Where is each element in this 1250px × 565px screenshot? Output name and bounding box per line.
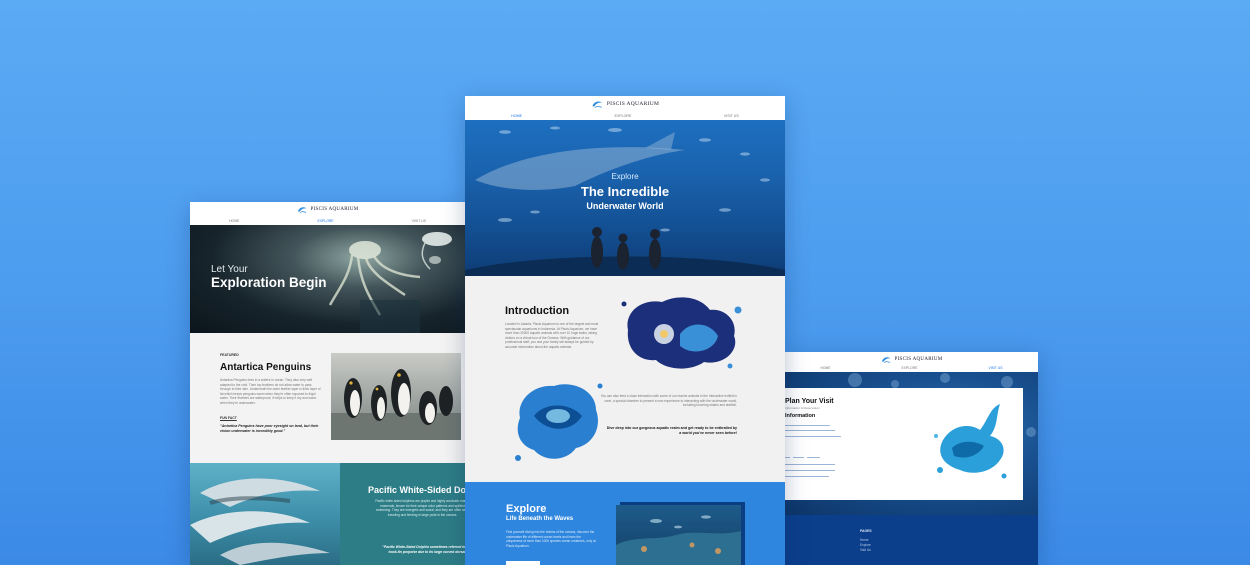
nav-explore[interactable]: EXPLORE bbox=[902, 366, 918, 370]
footer-link-explore[interactable]: Explore bbox=[860, 543, 871, 547]
footer-pages-label: PAGES bbox=[860, 529, 872, 533]
hero-title: The Incredible bbox=[580, 184, 670, 199]
dolphin-logo-icon bbox=[592, 101, 602, 108]
explore-page-preview: PISCIS AQUARIUM HOME EXPLORE VISIT US Le… bbox=[190, 202, 465, 565]
footer: PAGES Home Explore Visit Us bbox=[785, 515, 1038, 565]
dolphin-logo-icon bbox=[297, 207, 306, 213]
ticket-field-2[interactable] bbox=[785, 470, 835, 471]
info-field-1[interactable] bbox=[785, 425, 830, 426]
visit-title: Plan Your Visit bbox=[785, 398, 834, 405]
fish-splash-illustration bbox=[515, 383, 603, 461]
penguins-image bbox=[331, 369, 461, 440]
home-page-preview: PISCIS AQUARIUM HOME EXPLORE VISIT US Ex… bbox=[465, 96, 785, 565]
hero-subtitle: Underwater World bbox=[586, 201, 664, 211]
funfact-label: FUN FACT bbox=[220, 416, 237, 420]
logo-text: PISCIS AQUARIUM bbox=[894, 357, 943, 362]
footer-link-home[interactable]: Home bbox=[860, 538, 869, 542]
dolphin-photo bbox=[190, 463, 340, 565]
showcase-background: { "brand": { "name": "PISCIS AQUARIUM" }… bbox=[0, 0, 1250, 565]
nav-visit[interactable]: VISIT US bbox=[724, 114, 739, 118]
featured-section: FEATURED Antartica Penguins Antartica Pe… bbox=[190, 333, 465, 463]
date-day-field[interactable] bbox=[785, 457, 790, 458]
reef-image bbox=[616, 515, 741, 565]
hero-kicker: Explore bbox=[611, 172, 639, 181]
hero-title: Exploration Begin bbox=[211, 275, 327, 290]
explore-text: Find yourself diving into the realms of … bbox=[506, 530, 596, 548]
hero-banner: Let Your Exploration Begin bbox=[190, 225, 465, 333]
main-nav: HOME EXPLORE VISIT US bbox=[785, 366, 1038, 370]
info-field-2[interactable] bbox=[785, 430, 835, 431]
explore-button[interactable] bbox=[506, 561, 540, 565]
main-nav: HOME EXPLORE VISIT US bbox=[465, 114, 785, 118]
penguin-description: Antartica Penguins lives in a waters in … bbox=[220, 378, 321, 405]
hero-banner: Explore The Incredible Underwater World bbox=[465, 120, 785, 276]
date-month-field[interactable] bbox=[793, 457, 804, 458]
dolphin-logo-icon bbox=[881, 357, 890, 363]
information-title: Information bbox=[785, 413, 816, 419]
nav-explore[interactable]: EXPLORE bbox=[318, 219, 334, 223]
dolphin-info-panel: Pacific White-Sided Dolphin Pacific whit… bbox=[340, 463, 465, 565]
dive-deep-text: Dive deep into our gorgeous aquatic real… bbox=[606, 426, 737, 435]
ticket-field-1[interactable] bbox=[785, 464, 835, 465]
explore-section: Explore Life Beneath the Waves Find your… bbox=[465, 482, 785, 565]
introduction-text: Located in Jakarta, Piscis Aquarium is o… bbox=[505, 322, 599, 349]
site-logo[interactable]: PISCIS AQUARIUM bbox=[190, 206, 465, 213]
nav-home[interactable]: HOME bbox=[229, 219, 239, 223]
ticket-field-3[interactable] bbox=[785, 476, 829, 477]
site-logo[interactable]: PISCIS AQUARIUM bbox=[465, 100, 785, 108]
footer-link-visit[interactable]: Visit Us bbox=[860, 548, 871, 552]
header: PISCIS AQUARIUM HOME EXPLORE VISIT US bbox=[785, 352, 1038, 372]
dolphin-description: Pacific white-sided dolphins are playful… bbox=[375, 499, 465, 517]
date-year-field[interactable] bbox=[807, 457, 820, 458]
splash-illustration bbox=[934, 404, 1007, 479]
nav-home[interactable]: HOME bbox=[511, 114, 522, 118]
logo-text: PISCIS AQUARIUM bbox=[310, 207, 359, 212]
interaction-text: You can also feed a close interaction wi… bbox=[600, 394, 737, 408]
nav-home[interactable]: HOME bbox=[820, 366, 830, 370]
visit-subtitle: Information & Reservation bbox=[785, 406, 820, 410]
logo-text: PISCIS AQUARIUM bbox=[606, 101, 660, 107]
header: PISCIS AQUARIUM HOME EXPLORE VISIT US bbox=[465, 96, 785, 120]
visit-page-preview: PISCIS AQUARIUM HOME EXPLORE VISIT US Pl… bbox=[785, 352, 1038, 565]
penguin-title: Antartica Penguins bbox=[220, 362, 312, 373]
hero-subtitle: Let Your bbox=[211, 264, 248, 275]
dolphins-image bbox=[190, 478, 330, 565]
dolphin-quote: "Pacific White-Sided Dolphin sometimes r… bbox=[382, 545, 465, 554]
visit-form-panel: Plan Your Visit Information & Reservatio… bbox=[785, 388, 1023, 500]
anemone-splash-illustration bbox=[621, 297, 742, 369]
info-field-3[interactable] bbox=[785, 436, 841, 437]
explore-title: Explore bbox=[506, 503, 547, 515]
featured-label: FEATURED bbox=[220, 353, 239, 357]
site-logo[interactable]: PISCIS AQUARIUM bbox=[785, 356, 1038, 363]
nav-explore[interactable]: EXPLORE bbox=[614, 114, 631, 118]
header: PISCIS AQUARIUM HOME EXPLORE VISIT US bbox=[190, 202, 465, 224]
nav-visit[interactable]: VISIT US bbox=[988, 366, 1002, 370]
introduction-title: Introduction bbox=[505, 305, 570, 317]
dolphin-title: Pacific White-Sided Dolphin bbox=[368, 485, 465, 495]
explore-photo bbox=[616, 505, 741, 565]
main-nav: HOME EXPLORE VISIT US bbox=[190, 219, 465, 223]
dolphin-section: Pacific White-Sided Dolphin Pacific whit… bbox=[190, 463, 465, 565]
introduction-section: Introduction Located in Jakarta, Piscis … bbox=[465, 276, 785, 482]
funfact-quote: "Antartica Penguins have poor eyesight o… bbox=[220, 424, 319, 433]
penguin-photo bbox=[331, 353, 461, 440]
nav-visit[interactable]: VISIT US bbox=[412, 219, 426, 223]
explore-subtitle: Life Beneath the Waves bbox=[506, 516, 574, 522]
